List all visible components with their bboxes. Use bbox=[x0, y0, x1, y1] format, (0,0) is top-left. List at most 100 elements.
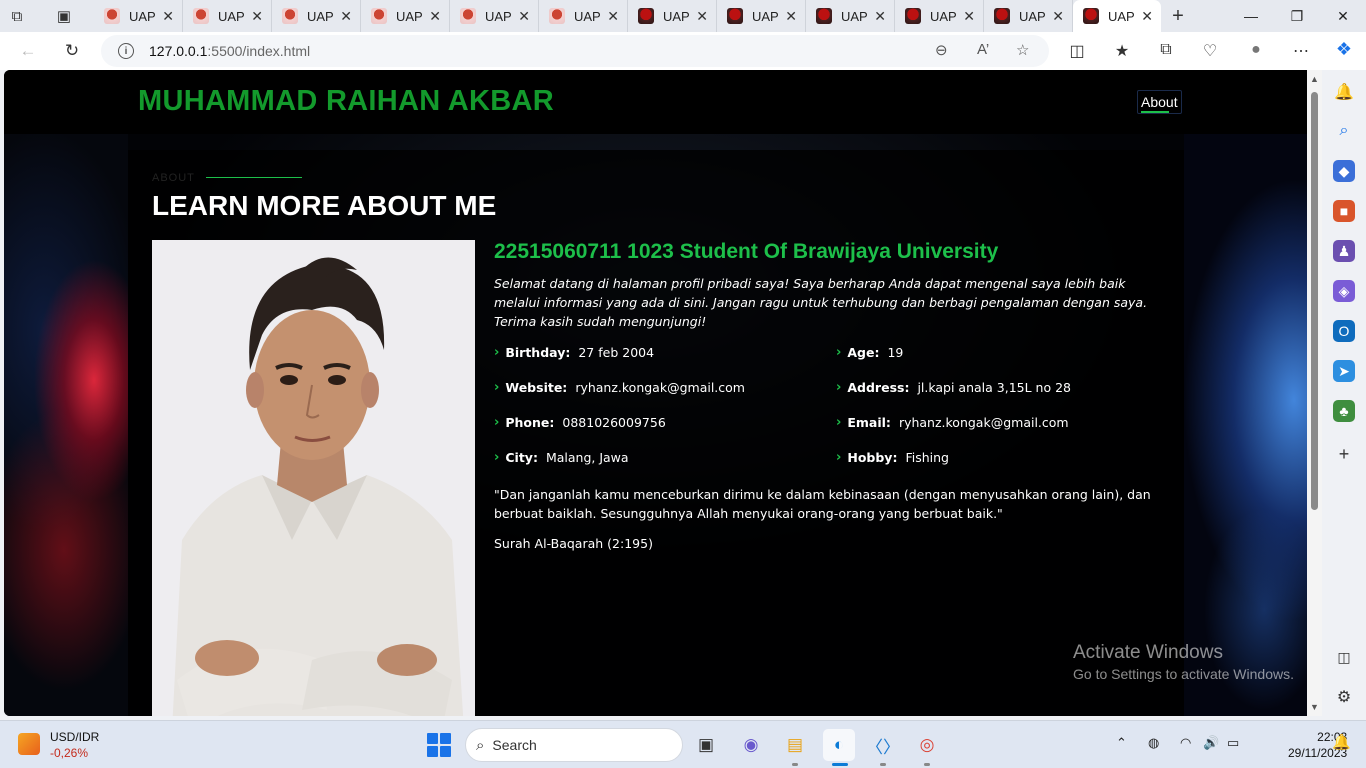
info-label: Email: bbox=[847, 415, 891, 430]
browser-tab[interactable]: UAP ✕ bbox=[450, 0, 539, 32]
new-tab-button[interactable]: + bbox=[1161, 0, 1195, 32]
background-art-right bbox=[1184, 130, 1307, 716]
browser-tab-active[interactable]: UAP ✕ bbox=[1073, 0, 1161, 32]
scroll-down-arrow[interactable]: ▼ bbox=[1310, 702, 1319, 712]
browser-tab[interactable]: UAP ✕ bbox=[539, 0, 628, 32]
browser-tab[interactable]: UAP ✕ bbox=[94, 0, 183, 32]
more-menu-icon[interactable]: ⋯ bbox=[1289, 41, 1313, 61]
info-item: › Age: 19 bbox=[836, 343, 1136, 362]
microsoft-365-icon[interactable]: ◈ bbox=[1333, 280, 1355, 302]
vscode-icon[interactable]: 〈〉 bbox=[866, 729, 900, 761]
collections-icon[interactable]: ⧉ bbox=[1154, 41, 1178, 59]
tray-overflow-icon[interactable]: ⌃ bbox=[1116, 735, 1127, 751]
volume-icon[interactable]: 🔊 bbox=[1203, 735, 1219, 751]
tab-label: UAP bbox=[218, 8, 245, 24]
tab-close-icon[interactable]: ✕ bbox=[340, 8, 352, 25]
browser-essentials-icon[interactable]: ♡ bbox=[1198, 41, 1222, 61]
chrome-icon[interactable]: ◎ bbox=[911, 729, 943, 761]
tab-label: UAP bbox=[129, 8, 156, 24]
read-aloud-icon[interactable]: A’ bbox=[977, 41, 989, 58]
url-text[interactable]: 127.0.0.1:5500/index.html bbox=[149, 43, 310, 59]
tab-label: UAP bbox=[485, 8, 512, 24]
stock-change: -0,26% bbox=[50, 746, 89, 760]
task-view-icon[interactable]: ▣ bbox=[690, 729, 722, 761]
browser-tab[interactable]: UAP ✕ bbox=[272, 0, 361, 32]
tab-favicon-icon bbox=[193, 8, 209, 24]
browser-tab[interactable]: UAP ✕ bbox=[806, 0, 895, 32]
browser-tab[interactable]: UAP ✕ bbox=[984, 0, 1073, 32]
shopping-tag-icon[interactable]: ◆ bbox=[1333, 160, 1355, 182]
stock-widget-icon bbox=[18, 733, 40, 755]
tab-close-icon[interactable]: ✕ bbox=[607, 8, 619, 25]
add-sidebar-app-icon[interactable]: + bbox=[1333, 443, 1355, 465]
tools-icon[interactable]: ■ bbox=[1333, 200, 1355, 222]
tab-actions-icon[interactable]: ▣ bbox=[34, 0, 94, 32]
battery-icon[interactable]: ▭ bbox=[1227, 735, 1239, 751]
info-item: › Birthday: 27 feb 2004 bbox=[494, 343, 836, 362]
outlook-icon[interactable]: O bbox=[1333, 320, 1355, 342]
page-scrollbar[interactable]: ▲ ▼ bbox=[1307, 70, 1322, 716]
info-value: 0881026009756 bbox=[562, 415, 666, 430]
tab-close-icon[interactable]: ✕ bbox=[696, 8, 708, 25]
address-bar[interactable]: i 127.0.0.1:5500/index.html ⊖ A’ ☆ bbox=[101, 35, 1049, 67]
games-icon[interactable]: ♟ bbox=[1333, 240, 1355, 262]
drop-icon[interactable]: ➤ bbox=[1333, 360, 1355, 382]
profile-icon[interactable]: ● bbox=[1244, 41, 1268, 59]
close-window-button[interactable]: ✕ bbox=[1320, 0, 1366, 32]
notification-bell-icon[interactable]: 🔔 bbox=[1332, 733, 1351, 751]
refresh-button[interactable]: ↻ bbox=[56, 35, 88, 67]
tab-close-icon[interactable]: ✕ bbox=[963, 8, 975, 25]
settings-gear-icon[interactable]: ⚙ bbox=[1333, 686, 1355, 708]
tab-favicon-icon bbox=[1083, 8, 1099, 24]
info-value: ryhanz.kongak@gmail.com bbox=[575, 380, 745, 395]
restore-button[interactable]: ❐ bbox=[1274, 0, 1320, 32]
tab-close-icon[interactable]: ✕ bbox=[251, 8, 263, 25]
activate-windows-watermark: Activate Windows Go to Settings to activ… bbox=[1073, 642, 1294, 682]
scroll-up-arrow[interactable]: ▲ bbox=[1310, 74, 1319, 84]
tab-close-icon[interactable]: ✕ bbox=[429, 8, 441, 25]
tree-icon[interactable]: ♣ bbox=[1333, 400, 1355, 422]
quote-source: Surah Al-Baqarah (2:195) bbox=[494, 536, 653, 551]
info-value: 19 bbox=[887, 345, 904, 360]
scroll-thumb[interactable] bbox=[1311, 92, 1318, 510]
chevron-right-icon: › bbox=[494, 450, 500, 465]
search-icon[interactable]: ⌕ bbox=[1333, 120, 1355, 142]
browser-tab[interactable]: UAP ✕ bbox=[183, 0, 272, 32]
browser-tab[interactable]: UAP ✕ bbox=[717, 0, 806, 32]
wifi-icon[interactable]: ◠ bbox=[1180, 735, 1191, 751]
tab-close-icon[interactable]: ✕ bbox=[874, 8, 886, 25]
copilot-icon[interactable]: ❖ bbox=[1332, 39, 1356, 60]
notifications-icon[interactable]: 🔔 bbox=[1333, 81, 1355, 103]
tab-close-icon[interactable]: ✕ bbox=[162, 8, 174, 25]
back-button[interactable]: ← bbox=[12, 35, 44, 67]
workspaces-icon[interactable]: ⧉ bbox=[0, 0, 34, 32]
tab-close-icon[interactable]: ✕ bbox=[518, 8, 530, 25]
taskbar-search[interactable]: ⌕ Search bbox=[465, 728, 683, 762]
info-label: Phone: bbox=[505, 415, 555, 430]
tab-close-icon[interactable]: ✕ bbox=[1052, 8, 1064, 25]
tab-close-icon[interactable]: ✕ bbox=[785, 8, 797, 25]
split-screen-icon[interactable]: ◫ bbox=[1065, 41, 1089, 61]
zoom-icon[interactable]: ⊖ bbox=[935, 41, 948, 59]
tab-close-icon[interactable]: ✕ bbox=[1141, 8, 1153, 25]
teams-chat-icon[interactable]: ◉ bbox=[735, 729, 767, 761]
browser-tab[interactable]: UAP ✕ bbox=[361, 0, 450, 32]
file-explorer-icon[interactable]: ▤ bbox=[779, 729, 811, 761]
security-tray-icon[interactable]: ◍ bbox=[1148, 735, 1159, 751]
edge-taskbar-icon[interactable]: ◐ bbox=[823, 729, 855, 761]
browser-tab[interactable]: UAP ✕ bbox=[628, 0, 717, 32]
sidebar-toggle-icon[interactable]: ◫ bbox=[1333, 646, 1355, 668]
site-name[interactable]: MUHAMMAD RAIHAN AKBAR bbox=[138, 85, 554, 118]
stock-widget[interactable]: USD/IDR -0,26% bbox=[18, 730, 99, 760]
minimize-button[interactable]: — bbox=[1228, 0, 1274, 32]
chrome-indicator bbox=[924, 763, 930, 766]
info-value: 27 feb 2004 bbox=[578, 345, 655, 360]
search-icon: ⌕ bbox=[476, 736, 485, 754]
site-info-icon[interactable]: i bbox=[118, 43, 134, 59]
favorites-icon[interactable]: ★ bbox=[1110, 41, 1134, 61]
nav-link-about[interactable]: About bbox=[1137, 90, 1182, 114]
start-button[interactable] bbox=[427, 733, 451, 757]
favorite-star-icon[interactable]: ☆ bbox=[1016, 41, 1029, 59]
browser-tab[interactable]: UAP ✕ bbox=[895, 0, 984, 32]
tab-favicon-icon bbox=[905, 8, 921, 24]
